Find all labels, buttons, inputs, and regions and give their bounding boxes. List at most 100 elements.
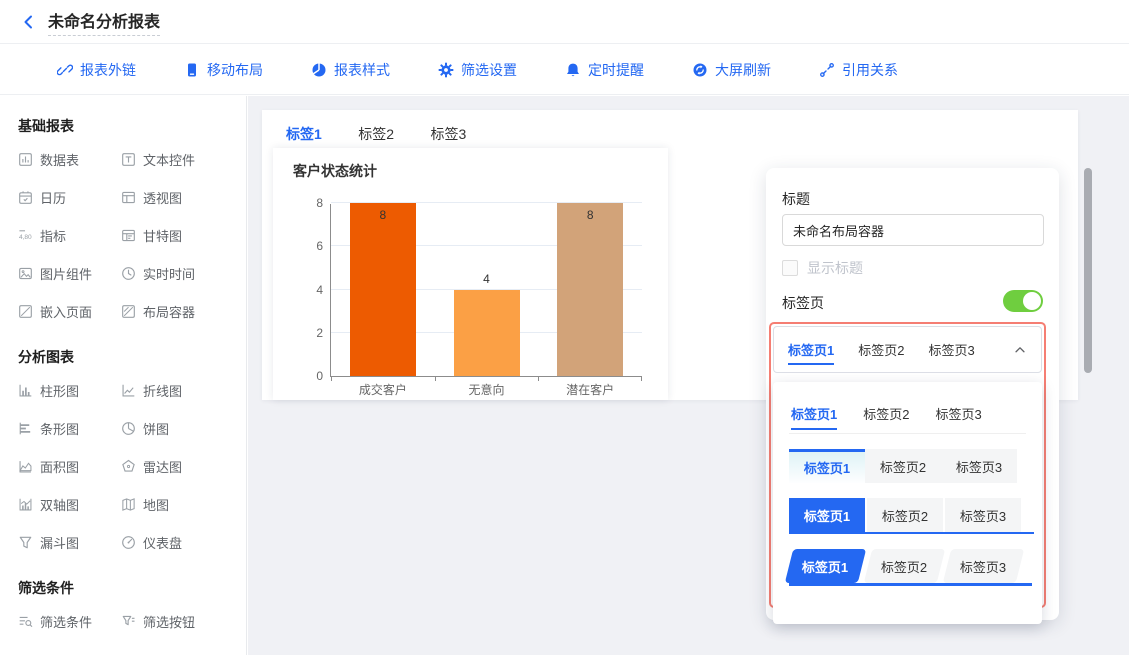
chart-widget[interactable]: 客户状态统计 024688成交客户4无意向8潜在客户	[273, 148, 668, 400]
dual-axis-icon	[18, 497, 33, 512]
bar-value-label: 8	[350, 208, 416, 222]
tab-style-selector-highlight: 标签页1 标签页2 标签页3 标签页1 标签页2 标签页3	[769, 322, 1046, 608]
bar-chart-icon	[18, 421, 33, 436]
sidebar-item-calendar[interactable]: 日历	[18, 188, 121, 207]
toolbar-item-external-link[interactable]: 报表外链	[57, 60, 136, 80]
sidebar-item-filter-condition[interactable]: 筛选条件	[18, 612, 121, 631]
sidebar-item-gantt[interactable]: 甘特图	[121, 226, 224, 245]
section-basic-reports: 数据表 文本控件 日历 透视图 4,80 指标 甘特图	[18, 150, 246, 321]
sidebar-item-data-table[interactable]: 数据表	[18, 150, 121, 169]
bar-value-label: 8	[557, 208, 623, 222]
radar-chart-icon	[121, 459, 136, 474]
container-title-input[interactable]	[782, 214, 1044, 246]
sidebar-item-metric[interactable]: 4,80 指标	[18, 226, 121, 245]
toggle-knob	[1023, 292, 1041, 310]
toolbar-item-reference-relations[interactable]: 引用关系	[819, 60, 898, 80]
report-designer-window: 未命名分析报表 报表外链 移动布局 报表样式	[0, 0, 1129, 655]
metric-icon: 4,80	[18, 228, 33, 243]
tab-style-option-underline[interactable]: 标签页1 标签页2 标签页3	[789, 402, 1026, 434]
sidebar-item-filter-button[interactable]: 筛选按钮	[121, 612, 224, 631]
toolbar-item-screen-refresh[interactable]: 大屏刷新	[692, 60, 771, 80]
design-canvas: 标签1 标签2 标签3 客户状态统计 024688成交客户4无意向8潜在客户 标…	[248, 96, 1129, 655]
bar-value-label: 4	[454, 272, 520, 286]
collapse-button[interactable]	[1013, 343, 1027, 357]
pie-chart-icon	[121, 421, 136, 436]
relation-icon	[819, 62, 835, 78]
y-axis-tick-label: 2	[301, 326, 323, 340]
tabs-section-label: 标签页	[782, 293, 824, 313]
toolbar-item-timed-reminder[interactable]: 定时提醒	[565, 60, 644, 80]
sidebar-item-dual-axis-chart[interactable]: 双轴图	[18, 495, 121, 514]
area-chart-icon	[18, 459, 33, 474]
funnel-chart-icon	[18, 535, 33, 550]
header: 未命名分析报表	[0, 0, 1129, 44]
y-axis-tick-label: 4	[301, 283, 323, 297]
link-icon	[57, 62, 73, 78]
tab-style-option-slant[interactable]: 标签页1 标签页2 标签页3	[789, 549, 1026, 586]
sidebar-item-layout-container[interactable]: 布局容器	[121, 302, 224, 321]
toolbar-item-report-style[interactable]: 报表样式	[311, 60, 390, 80]
y-axis-tick-label: 0	[301, 369, 323, 383]
container-tab-2[interactable]: 标签2	[356, 120, 396, 151]
sidebar-item-realtime-clock[interactable]: 实时时间	[121, 264, 224, 283]
filter-button-icon	[121, 614, 136, 629]
sidebar-item-line-chart[interactable]: 折线图	[121, 381, 224, 400]
container-tab-1[interactable]: 标签1	[284, 120, 324, 151]
container-tab-3[interactable]: 标签3	[429, 120, 469, 151]
line-chart-icon	[121, 383, 136, 398]
container-settings-panel: 标题 显示标题 标签页 标签页1 标签页2 标签页3	[766, 168, 1059, 620]
checkbox-unchecked-icon[interactable]	[782, 260, 798, 276]
gauge-icon	[121, 535, 136, 550]
map-icon	[121, 497, 136, 512]
tab-style-dropdown: 标签页1 标签页2 标签页3 标签页1 标签页2 标签页3 标签页1 标签页2 …	[773, 382, 1042, 624]
chart-plot: 024688成交客户4无意向8潜在客户	[330, 204, 642, 377]
sidebar-item-radar-chart[interactable]: 雷达图	[121, 457, 224, 476]
tab-style-option-card[interactable]: 标签页1 标签页2 标签页3	[789, 449, 1026, 483]
sidebar-item-bar-chart[interactable]: 条形图	[18, 419, 121, 438]
sidebar-item-text-widget[interactable]: 文本控件	[121, 150, 224, 169]
sidebar-item-pie-chart[interactable]: 饼图	[121, 419, 224, 438]
selector-tab-3[interactable]: 标签页3	[928, 340, 974, 359]
calendar-icon	[18, 190, 33, 205]
section-filter-conditions: 筛选条件 筛选按钮	[18, 612, 246, 631]
toolbar: 报表外链 移动布局 报表样式	[0, 45, 1129, 95]
selector-tab-2[interactable]: 标签页2	[858, 340, 904, 359]
sidebar-item-funnel-chart[interactable]: 漏斗图	[18, 533, 121, 552]
bell-icon	[565, 62, 581, 78]
tab-style-selector-header[interactable]: 标签页1 标签页2 标签页3	[773, 326, 1042, 373]
show-title-checkbox-row[interactable]: 显示标题	[782, 258, 863, 278]
mobile-icon	[184, 62, 200, 78]
sidebar-item-embed-page[interactable]: 嵌入页面	[18, 302, 121, 321]
y-axis-tick-label: 8	[301, 196, 323, 210]
sidebar-item-area-chart[interactable]: 面积图	[18, 457, 121, 476]
toolbar-item-mobile-layout[interactable]: 移动布局	[184, 60, 263, 80]
sidebar-item-image-widget[interactable]: 图片组件	[18, 264, 121, 283]
tabs-toggle-on[interactable]	[1003, 290, 1043, 312]
back-button[interactable]	[18, 11, 40, 33]
sidebar-item-map[interactable]: 地图	[121, 495, 224, 514]
sidebar-item-gauge[interactable]: 仪表盘	[121, 533, 224, 552]
text-widget-icon	[121, 152, 136, 167]
embed-page-icon	[18, 304, 33, 319]
filter-condition-icon	[18, 614, 33, 629]
section-title-basic-reports: 基础报表	[18, 116, 246, 136]
pivot-table-icon	[121, 190, 136, 205]
gantt-icon	[121, 228, 136, 243]
x-axis-category-label: 无意向	[435, 381, 539, 398]
chart-title: 客户状态统计	[293, 161, 377, 181]
svg-text:4,80: 4,80	[19, 234, 32, 241]
container-scrollbar-thumb[interactable]	[1084, 168, 1092, 373]
column-chart-icon	[18, 383, 33, 398]
bar-潜在客户: 8	[557, 203, 623, 376]
selector-tab-1[interactable]: 标签页1	[788, 340, 834, 365]
toolbar-item-filter-settings[interactable]: 筛选设置	[438, 60, 517, 80]
report-title[interactable]: 未命名分析报表	[48, 8, 160, 36]
data-table-icon	[18, 152, 33, 167]
tab-style-option-solid[interactable]: 标签页1 标签页2 标签页3	[789, 498, 1026, 534]
chevron-left-icon	[21, 14, 37, 30]
title-field-label: 标题	[782, 189, 810, 209]
sidebar-item-pivot-table[interactable]: 透视图	[121, 188, 224, 207]
section-title-filter-conditions: 筛选条件	[18, 578, 246, 598]
sidebar-item-column-chart[interactable]: 柱形图	[18, 381, 121, 400]
bar-成交客户: 8	[350, 203, 416, 376]
